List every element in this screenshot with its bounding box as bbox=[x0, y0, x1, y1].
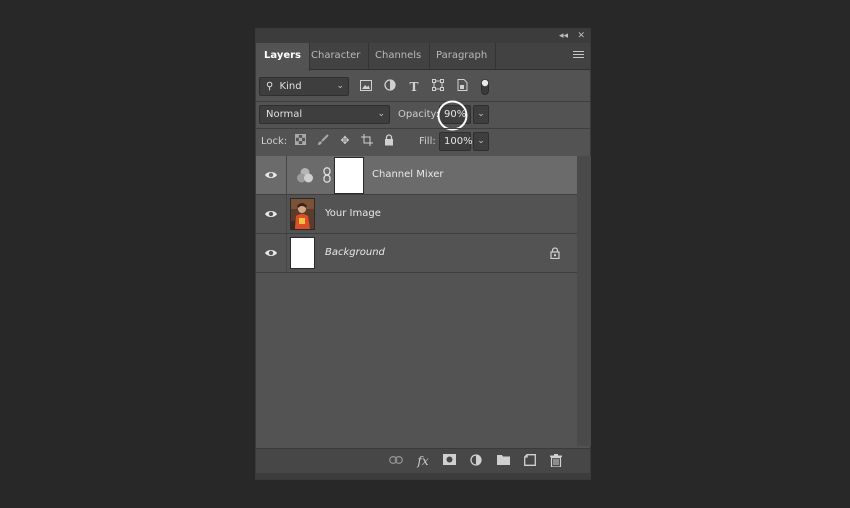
search-icon: ⚲ bbox=[266, 81, 274, 92]
eye-icon[interactable] bbox=[264, 208, 278, 220]
shape-filter-icon[interactable] bbox=[430, 79, 446, 95]
visibility-column bbox=[256, 234, 287, 272]
add-mask-icon[interactable] bbox=[442, 454, 456, 468]
new-adjustment-icon[interactable] bbox=[469, 454, 483, 468]
collapse-panel-icon[interactable]: ◂◂ bbox=[559, 29, 568, 43]
fx-icon[interactable]: fx bbox=[416, 454, 430, 468]
layer-name: Background bbox=[325, 247, 385, 258]
layers-bottom-toolbar: fx bbox=[256, 448, 590, 473]
link-layers-icon[interactable] bbox=[389, 454, 403, 468]
layer-row-channel-mixer[interactable]: Channel Mixer bbox=[256, 156, 577, 195]
layers-panel: ◂◂ ✕ Layers Character Channels Paragraph… bbox=[255, 28, 591, 480]
chevron-down-icon: ⌄ bbox=[377, 109, 385, 119]
type-filter-icon[interactable]: T bbox=[406, 79, 422, 95]
tab-layers[interactable]: Layers bbox=[256, 43, 310, 71]
pixel-filter-icon[interactable] bbox=[358, 79, 374, 95]
smart-object-filter-icon[interactable] bbox=[454, 79, 470, 95]
lock-label: Lock: bbox=[261, 136, 288, 147]
tab-character[interactable]: Character bbox=[303, 43, 370, 70]
visibility-column bbox=[256, 156, 287, 194]
fill-label: Fill: bbox=[419, 136, 436, 147]
lock-image-pixels-icon[interactable] bbox=[316, 134, 330, 148]
panel-titlebar: ◂◂ ✕ bbox=[256, 29, 590, 43]
tab-paragraph[interactable]: Paragraph bbox=[428, 43, 497, 70]
lock-transparent-pixels-icon[interactable] bbox=[293, 134, 307, 148]
adjustment-filter-icon[interactable] bbox=[382, 79, 398, 95]
chevron-down-icon: ⌄ bbox=[336, 81, 344, 91]
channel-mixer-adjustment-icon bbox=[297, 168, 313, 183]
panel-tabs: Layers Character Channels Paragraph bbox=[256, 43, 590, 71]
image-thumbnail[interactable] bbox=[290, 198, 315, 230]
layers-scrollbar[interactable] bbox=[577, 156, 591, 446]
layer-mask-thumbnail[interactable] bbox=[334, 157, 364, 194]
filter-row: ⚲ Kind ⌄ T bbox=[256, 76, 590, 100]
eye-icon[interactable] bbox=[264, 169, 278, 181]
kind-label: Kind bbox=[279, 81, 302, 92]
eye-icon[interactable] bbox=[264, 247, 278, 259]
background-thumbnail[interactable] bbox=[290, 237, 315, 269]
link-chain-icon[interactable] bbox=[323, 167, 331, 183]
opacity-dropdown-button[interactable]: ⌄ bbox=[473, 105, 489, 124]
panel-resize-grip[interactable] bbox=[256, 473, 590, 479]
blend-mode-dropdown[interactable]: Normal ⌄ bbox=[259, 105, 390, 124]
opacity-label: Opacity: bbox=[398, 109, 440, 120]
lock-position-icon[interactable]: ✥ bbox=[338, 134, 352, 148]
separator bbox=[256, 128, 590, 129]
layer-name: Channel Mixer bbox=[372, 169, 444, 180]
filter-toggle-icon[interactable] bbox=[477, 79, 493, 95]
fill-dropdown-button[interactable]: ⌄ bbox=[473, 132, 489, 151]
lock-row: Lock: ✥ Fill: 100% ⌄ bbox=[256, 131, 590, 155]
fill-value: 100% bbox=[444, 136, 473, 147]
new-layer-icon[interactable] bbox=[523, 454, 537, 468]
blend-row: Normal ⌄ Opacity: 90% ⌄ bbox=[256, 100, 590, 131]
kind-filter-dropdown[interactable]: ⚲ Kind ⌄ bbox=[259, 77, 349, 96]
layer-row-background[interactable]: Background bbox=[256, 234, 577, 273]
lock-artboard-icon[interactable] bbox=[360, 134, 374, 148]
lock-icon bbox=[550, 247, 560, 259]
panel-menu-icon[interactable] bbox=[573, 51, 584, 60]
fill-input[interactable]: 100% bbox=[439, 132, 473, 151]
layer-row-your-image[interactable]: Your Image bbox=[256, 195, 577, 234]
new-group-icon[interactable] bbox=[496, 454, 510, 468]
separator bbox=[256, 101, 590, 102]
lock-all-icon[interactable] bbox=[382, 134, 396, 148]
highlight-circle bbox=[437, 100, 468, 131]
delete-layer-icon[interactable] bbox=[549, 454, 563, 468]
blend-mode-value: Normal bbox=[266, 109, 303, 120]
close-panel-icon[interactable]: ✕ bbox=[577, 29, 585, 43]
layer-name: Your Image bbox=[325, 208, 381, 219]
visibility-column bbox=[256, 195, 287, 233]
tab-channels[interactable]: Channels bbox=[367, 43, 431, 70]
